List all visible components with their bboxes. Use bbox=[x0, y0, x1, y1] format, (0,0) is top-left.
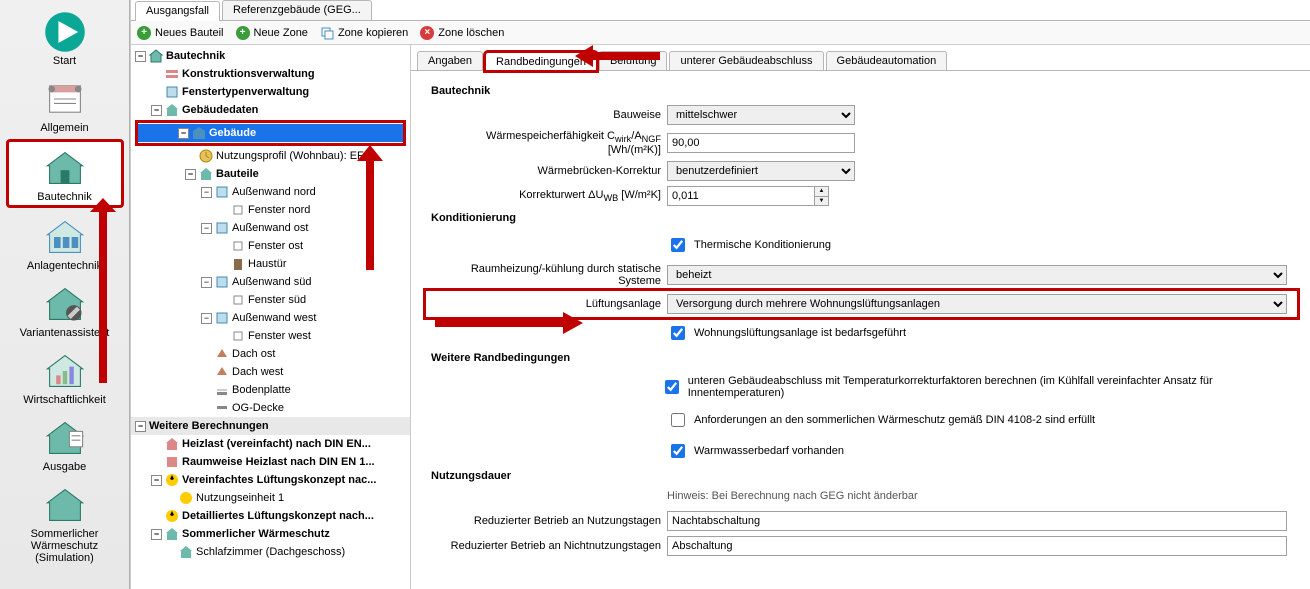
label-waermespeicher: Wärmespeicherfähigkeit Cwirk/ANGF [Wh/(m… bbox=[431, 130, 667, 156]
tree-gebaeudedaten[interactable]: −Gebäudedaten bbox=[131, 101, 410, 119]
tree-weitere-berechnungen[interactable]: −Weitere Berechnungen bbox=[131, 417, 410, 435]
module-sidebar: Start Allgemein Bautechnik Anlagentechni… bbox=[0, 0, 130, 589]
tree-bauteile[interactable]: −Bauteile bbox=[131, 165, 410, 183]
tree-wb-item[interactable]: Heizlast (vereinfacht) nach DIN EN... bbox=[131, 435, 410, 453]
input-waermespeicher[interactable] bbox=[667, 133, 855, 153]
section-weitere-rand: Weitere Randbedingungen bbox=[431, 352, 1296, 364]
spinner-korrekturwert[interactable]: ▲▼ bbox=[815, 186, 829, 206]
tree-nutzungsprofil[interactable]: Nutzungsprofil (Wohnbau): EFH bbox=[131, 147, 410, 165]
side-variantenassistent[interactable]: Variantenassistent bbox=[6, 277, 124, 342]
tree-root[interactable]: −Bautechnik bbox=[131, 47, 410, 65]
tab-unterer[interactable]: unterer Gebäudeabschluss bbox=[669, 51, 823, 70]
tree-wall[interactable]: −Außenwand west bbox=[131, 309, 410, 327]
tree-wb-item[interactable]: Detailliertes Lüftungskonzept nach... bbox=[131, 507, 410, 525]
tree-wb-item[interactable]: Schlafzimmer (Dachgeschoss) bbox=[131, 543, 410, 561]
top-tabs: Ausgangsfall Referenzgebäude (GEG... bbox=[131, 0, 1310, 21]
select-waermebruecken[interactable]: benutzerdefiniert bbox=[667, 161, 855, 181]
tree-wall[interactable]: Fenster ost bbox=[131, 237, 410, 255]
select-lueftungsanlage[interactable]: Versorgung durch mehrere Wohnungslüftung… bbox=[667, 294, 1287, 314]
side-start[interactable]: Start bbox=[6, 5, 124, 70]
btn-zone-loeschen[interactable]: ×Zone löschen bbox=[420, 26, 504, 40]
tree-wall[interactable]: Fenster west bbox=[131, 327, 410, 345]
tree-wb-item[interactable]: Raumweise Heizlast nach DIN EN 1... bbox=[131, 453, 410, 471]
chk-warmwasser[interactable]: Warmwasserbedarf vorhanden bbox=[667, 441, 844, 461]
select-raumheizung[interactable]: beheizt bbox=[667, 265, 1287, 285]
tree-wb-item[interactable]: Nutzungseinheit 1 bbox=[131, 489, 410, 507]
section-nutzungsdauer: Nutzungsdauer bbox=[431, 470, 1296, 482]
side-allgemein[interactable]: Allgemein bbox=[6, 72, 124, 137]
tree-wall[interactable]: Bodenplatte bbox=[131, 381, 410, 399]
tree-wall[interactable]: Fenster süd bbox=[131, 291, 410, 309]
chk-din4108[interactable]: Anforderungen an den sommerlichen Wärmes… bbox=[667, 410, 1095, 430]
tree-wall[interactable]: Dach west bbox=[131, 363, 410, 381]
tree-wall[interactable]: −Außenwand nord bbox=[131, 183, 410, 201]
input-red-nutzung[interactable] bbox=[667, 511, 1287, 531]
tree-wall[interactable]: Haustür bbox=[131, 255, 410, 273]
detail-tabs: Angaben Randbedingungen Belüftung untere… bbox=[411, 45, 1310, 71]
label-bauweise: Bauweise bbox=[431, 109, 667, 121]
tree-wall[interactable]: Dach ost bbox=[131, 345, 410, 363]
side-ausgabe[interactable]: Ausgabe bbox=[6, 411, 124, 476]
tree-wb-item[interactable]: −Sommerlicher Wärmeschutz bbox=[131, 525, 410, 543]
label-lueftungsanlage: Lüftungsanlage bbox=[427, 298, 667, 310]
label-red-nichtnutzung: Reduzierter Betrieb an Nichtnutzungstage… bbox=[431, 540, 667, 552]
label-red-nutzung: Reduzierter Betrieb an Nutzungstagen bbox=[431, 515, 667, 527]
chk-thermische[interactable]: Thermische Konditionierung bbox=[667, 235, 831, 255]
hint-geg: Hinweis: Bei Berechnung nach GEG nicht ä… bbox=[667, 490, 918, 502]
tab-angaben[interactable]: Angaben bbox=[417, 51, 483, 70]
side-anlagentechnik[interactable]: Anlagentechnik bbox=[6, 210, 124, 275]
input-red-nichtnutzung[interactable] bbox=[667, 536, 1287, 556]
chk-bedarfsgefuehrt[interactable]: Wohnungslüftungsanlage ist bedarfsgeführ… bbox=[667, 323, 906, 343]
section-konditionierung: Konditionierung bbox=[431, 212, 1296, 224]
side-sommerlicher[interactable]: Sommerlicher Wärmeschutz (Simulation) bbox=[6, 478, 124, 567]
copy-icon bbox=[320, 26, 334, 40]
tab-belueftung[interactable]: Belüftung bbox=[599, 51, 667, 70]
tree-wall[interactable]: −Außenwand süd bbox=[131, 273, 410, 291]
tab-gebaeudeautomation[interactable]: Gebäudeautomation bbox=[826, 51, 948, 70]
tree-wall[interactable]: OG-Decke bbox=[131, 399, 410, 417]
label-raumheizung: Raumheizung/-kühlung durch statische Sys… bbox=[431, 263, 667, 287]
side-wirtschaftlichkeit[interactable]: Wirtschaftlichkeit bbox=[6, 344, 124, 409]
tree-wall[interactable]: −Außenwand ost bbox=[131, 219, 410, 237]
tab-randbedingungen[interactable]: Randbedingungen bbox=[485, 52, 597, 71]
side-bautechnik[interactable]: Bautechnik bbox=[6, 139, 124, 208]
content-pane: Angaben Randbedingungen Belüftung untere… bbox=[411, 45, 1310, 589]
input-korrekturwert[interactable] bbox=[667, 186, 815, 206]
select-bauweise[interactable]: mittelschwer bbox=[667, 105, 855, 125]
btn-neues-bauteil[interactable]: +Neues Bauteil bbox=[137, 26, 224, 40]
tree-gebaeude[interactable]: −Gebäude bbox=[138, 124, 403, 142]
btn-zone-kopieren[interactable]: Zone kopieren bbox=[320, 26, 408, 40]
tree-fenstertypen[interactable]: Fenstertypenverwaltung bbox=[131, 83, 410, 101]
section-bautechnik: Bautechnik bbox=[431, 85, 1296, 97]
tab-referenzgebaeude[interactable]: Referenzgebäude (GEG... bbox=[222, 0, 372, 20]
tree-konstruktion[interactable]: Konstruktionsverwaltung bbox=[131, 65, 410, 83]
nav-tree[interactable]: −Bautechnik Konstruktionsverwaltung Fens… bbox=[131, 45, 411, 589]
label-korrekturwert: Korrekturwert ΔUWB [W/m²K] bbox=[431, 189, 667, 203]
label-waermebruecken: Wärmebrücken-Korrektur bbox=[431, 165, 667, 177]
tab-ausgangsfall[interactable]: Ausgangsfall bbox=[135, 1, 220, 21]
tree-wb-item[interactable]: −Vereinfachtes Lüftungskonzept nac... bbox=[131, 471, 410, 489]
tree-wall[interactable]: Fenster nord bbox=[131, 201, 410, 219]
btn-neue-zone[interactable]: +Neue Zone bbox=[236, 26, 308, 40]
chk-unteren-abschluss[interactable]: unteren Gebäudeabschluss mit Temperaturk… bbox=[661, 375, 1296, 399]
toolbar: +Neues Bauteil +Neue Zone Zone kopieren … bbox=[131, 21, 1310, 45]
